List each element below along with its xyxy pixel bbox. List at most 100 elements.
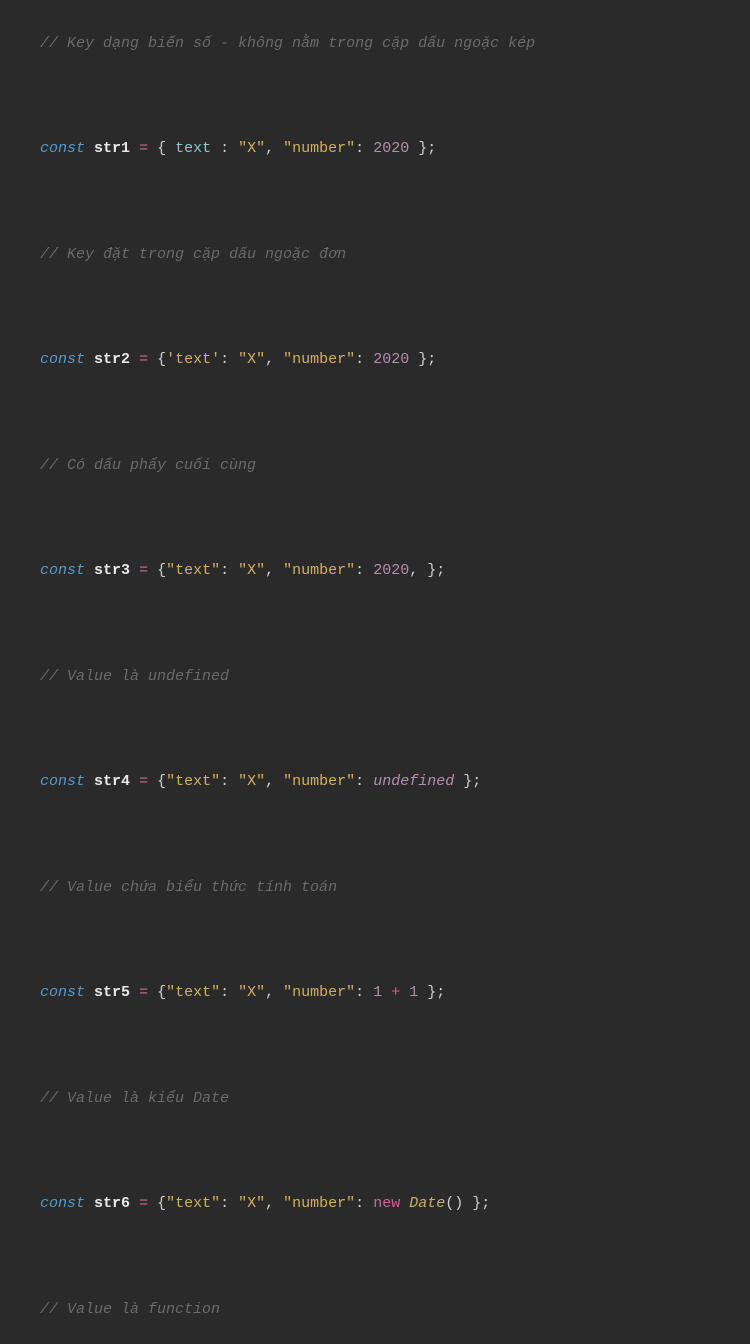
- colon: :: [355, 984, 373, 1001]
- colon: :: [355, 351, 373, 368]
- parentheses: (): [445, 1195, 463, 1212]
- colon: :: [355, 1195, 373, 1212]
- number-value: 1: [409, 984, 418, 1001]
- number-value: 2020: [373, 562, 409, 579]
- property-key: "text": [166, 773, 220, 790]
- comment-text: // Key dạng biến số - không nằm trong cặ…: [40, 35, 535, 52]
- code-comment: // Value là undefined: [0, 643, 750, 711]
- semicolon: ;: [427, 140, 436, 157]
- brace-close: }: [418, 984, 436, 1001]
- string-value: "X": [238, 773, 265, 790]
- semicolon: ;: [436, 562, 445, 579]
- comma: ,: [265, 773, 283, 790]
- brace-close: }: [409, 140, 427, 157]
- brace-open: {: [157, 773, 166, 790]
- property-key: "number": [283, 773, 355, 790]
- code-line: const str6 = {"text": "X", "number": new…: [0, 1171, 750, 1239]
- keyword-const: const: [40, 140, 85, 157]
- colon: :: [211, 140, 238, 157]
- variable-name: str3: [94, 562, 130, 579]
- operator-assign: =: [130, 140, 157, 157]
- code-line: const str2 = {'text': "X", "number": 202…: [0, 327, 750, 395]
- comma: ,: [265, 1195, 283, 1212]
- comma: ,: [265, 984, 283, 1001]
- code-line: const str3 = {"text": "X", "number": 202…: [0, 538, 750, 606]
- string-value: "X": [238, 1195, 265, 1212]
- semicolon: ;: [427, 351, 436, 368]
- variable-name: str2: [94, 351, 130, 368]
- code-line: const str4 = {"text": "X", "number": und…: [0, 749, 750, 817]
- colon: :: [220, 984, 238, 1001]
- comma: ,: [409, 562, 427, 579]
- colon: :: [220, 562, 238, 579]
- property-key: 'text': [166, 351, 220, 368]
- comment-text: // Có dấu phẩy cuối cùng: [40, 457, 256, 474]
- brace-close: }: [454, 773, 472, 790]
- class-name: Date: [409, 1195, 445, 1212]
- comment-text: // Value là kiểu Date: [40, 1090, 229, 1107]
- keyword-const: const: [40, 351, 85, 368]
- comment-text: // Value chứa biểu thức tính toán: [40, 879, 337, 896]
- property-key: "number": [283, 984, 355, 1001]
- code-comment: // Value là kiểu Date: [0, 1065, 750, 1133]
- operator-plus: +: [382, 984, 409, 1001]
- string-value: "X": [238, 562, 265, 579]
- code-comment: // Key dạng biến số - không nằm trong cặ…: [0, 10, 750, 78]
- code-line: const str1 = { text : "X", "number": 202…: [0, 116, 750, 184]
- comment-text: // Key đặt trong cặp dấu ngoặc đơn: [40, 246, 346, 263]
- property-key: "text": [166, 984, 220, 1001]
- comment-text: // Value là function: [40, 1301, 220, 1318]
- number-value: 1: [373, 984, 382, 1001]
- operator-assign: =: [130, 1195, 157, 1212]
- brace-close: }: [463, 1195, 481, 1212]
- comma: ,: [265, 562, 283, 579]
- variable-name: str1: [94, 140, 130, 157]
- property-key: text: [175, 140, 211, 157]
- property-key: "number": [283, 1195, 355, 1212]
- string-value: "X": [238, 984, 265, 1001]
- code-comment: // Key đặt trong cặp dấu ngoặc đơn: [0, 221, 750, 289]
- semicolon: ;: [472, 773, 481, 790]
- code-editor[interactable]: // Key dạng biến số - không nằm trong cặ…: [0, 10, 750, 1344]
- property-key: "text": [166, 562, 220, 579]
- variable-name: str4: [94, 773, 130, 790]
- undefined-value: undefined: [373, 773, 454, 790]
- semicolon: ;: [481, 1195, 490, 1212]
- brace-open: {: [157, 140, 175, 157]
- keyword-const: const: [40, 984, 85, 1001]
- variable-name: str6: [94, 1195, 130, 1212]
- operator-assign: =: [130, 351, 157, 368]
- number-value: 2020: [373, 140, 409, 157]
- brace-open: {: [157, 984, 166, 1001]
- string-value: "X": [238, 351, 265, 368]
- brace-close: }: [427, 562, 436, 579]
- operator-assign: =: [130, 984, 157, 1001]
- code-comment: // Có dấu phẩy cuối cùng: [0, 432, 750, 500]
- colon: :: [355, 773, 373, 790]
- colon: :: [355, 562, 373, 579]
- brace-open: {: [157, 1195, 166, 1212]
- variable-name: str5: [94, 984, 130, 1001]
- comma: ,: [265, 351, 283, 368]
- code-line: const str5 = {"text": "X", "number": 1 +…: [0, 960, 750, 1028]
- property-key: "number": [283, 140, 355, 157]
- keyword-const: const: [40, 1195, 85, 1212]
- colon: :: [220, 351, 238, 368]
- semicolon: ;: [436, 984, 445, 1001]
- keyword-const: const: [40, 562, 85, 579]
- brace-open: {: [157, 351, 166, 368]
- property-key: "text": [166, 1195, 220, 1212]
- operator-assign: =: [130, 773, 157, 790]
- string-value: "X": [238, 140, 265, 157]
- brace-open: {: [157, 562, 166, 579]
- property-key: "number": [283, 351, 355, 368]
- colon: :: [355, 140, 373, 157]
- colon: :: [220, 773, 238, 790]
- property-key: "number": [283, 562, 355, 579]
- keyword-new: new: [373, 1195, 400, 1212]
- code-comment: // Value là function: [0, 1276, 750, 1344]
- brace-close: }: [409, 351, 427, 368]
- number-value: 2020: [373, 351, 409, 368]
- code-comment: // Value chứa biểu thức tính toán: [0, 854, 750, 922]
- comment-text: // Value là undefined: [40, 668, 229, 685]
